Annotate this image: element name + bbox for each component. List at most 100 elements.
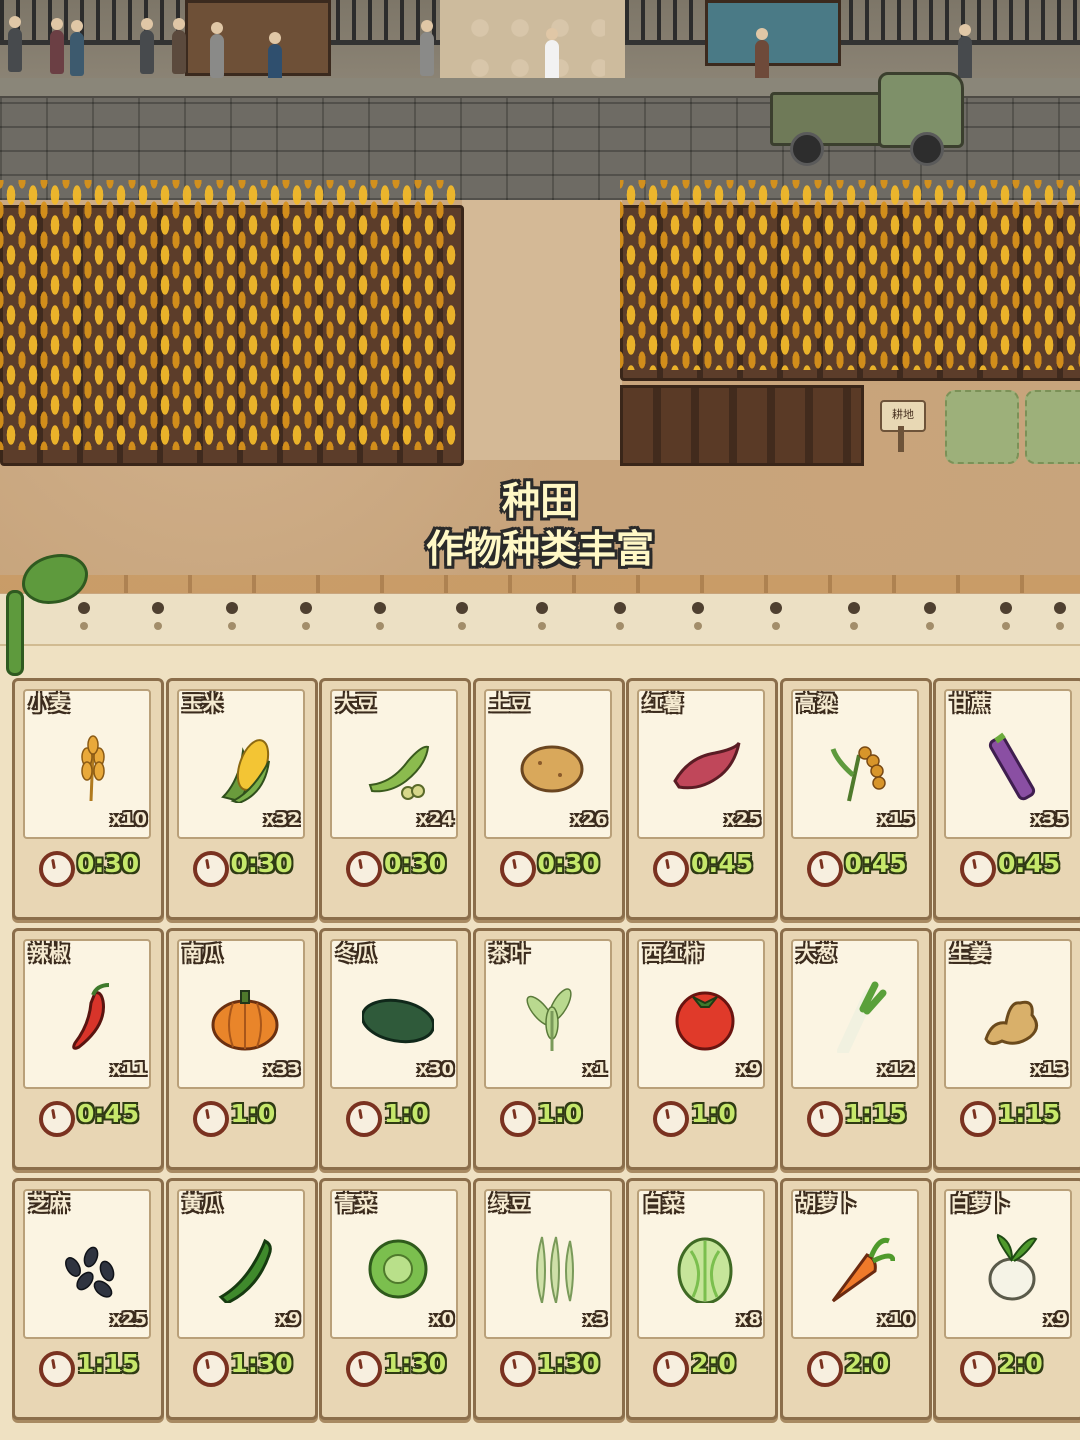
- crop-card[interactable]: 高粱 x15 0:45: [779, 678, 932, 920]
- grow-time: 1:30: [384, 1349, 447, 1378]
- crop-card[interactable]: 黄瓜 x9 1:30: [165, 1178, 318, 1420]
- scallion-icon: [836, 981, 886, 1053]
- iron-fence-right: [625, 0, 1080, 45]
- villager: [140, 18, 154, 74]
- pumpkin-icon: [211, 990, 278, 1051]
- crop-count: x12: [877, 1059, 915, 1080]
- crop-name: 南瓜: [182, 941, 223, 965]
- clock-icon: [346, 1351, 382, 1387]
- grass-plot[interactable]: [1025, 390, 1080, 464]
- crop-count: x1: [583, 1059, 608, 1080]
- sesame-icon: [65, 1246, 115, 1298]
- crop-count: x13: [1031, 1059, 1068, 1080]
- crop-name: 玉米: [182, 691, 223, 715]
- crop-card[interactable]: 白萝卜 x9 2:0: [933, 1178, 1080, 1420]
- radish-icon: [988, 1233, 1038, 1301]
- grow-time: 1:0: [384, 1099, 429, 1128]
- crop-name: 茶叶: [489, 941, 530, 965]
- binding-hole: [536, 602, 548, 614]
- bok-choy-icon: [368, 1239, 428, 1299]
- potato-icon: [520, 745, 583, 793]
- binding-hole: [456, 602, 468, 614]
- clock-icon: [806, 1101, 843, 1137]
- crop-name: 白萝卜: [950, 1191, 1010, 1215]
- crop-card[interactable]: 大豆 x24 0:30: [319, 678, 471, 920]
- crop-card[interactable]: 白菜 x8 2:0: [626, 1178, 778, 1420]
- grow-time: 0:45: [998, 849, 1061, 878]
- crop-card[interactable]: 冬瓜 x30 1:0: [319, 928, 471, 1170]
- crop-card[interactable]: 土豆 x26 0:30: [472, 678, 625, 920]
- crop-name: 土豆: [489, 691, 530, 715]
- wooden-fence: [0, 575, 1080, 593]
- grow-time: 1:30: [537, 1349, 600, 1378]
- clock-icon: [960, 1101, 996, 1137]
- crop-name: 辣椒: [29, 941, 69, 965]
- crop-card[interactable]: 生姜 x13 1:15: [933, 928, 1080, 1170]
- chili-icon: [72, 983, 110, 1050]
- truck-wheel: [910, 132, 944, 166]
- crop-name: 生姜: [950, 941, 990, 965]
- sign-post: [898, 426, 904, 452]
- grow-time: 0:45: [844, 849, 907, 878]
- clock-icon: [39, 1101, 75, 1137]
- crop-count: x32: [263, 809, 301, 830]
- crop-name: 冬瓜: [336, 941, 376, 965]
- clock-icon: [806, 1351, 843, 1387]
- caption-title: 种田: [501, 479, 578, 523]
- crop-card[interactable]: 小麦 x10 0:30: [12, 678, 164, 920]
- crop-card[interactable]: 甘蔗 x35 0:45: [933, 678, 1080, 920]
- crop-card[interactable]: 青菜 x0 1:30: [319, 1178, 471, 1420]
- empty-plot[interactable]: [620, 385, 864, 466]
- crop-name: 绿豆: [489, 1191, 530, 1215]
- clock-icon: [653, 1101, 689, 1137]
- crop-count: x33: [263, 1059, 301, 1080]
- vine-decoration: [0, 550, 90, 676]
- farm-scene: 耕地 种田 作物种类丰富: [0, 0, 1080, 600]
- grass-plot[interactable]: [945, 390, 1019, 464]
- grow-time: 2:0: [998, 1349, 1043, 1378]
- villager: [420, 20, 434, 76]
- cargo-truck[interactable]: [770, 60, 964, 166]
- clock-icon: [653, 851, 689, 887]
- crop-card[interactable]: 茶叶 x1 1:0: [472, 928, 625, 1170]
- crop-count: x25: [724, 809, 761, 830]
- crop-card[interactable]: 辣椒 x11 0:45: [12, 928, 164, 1170]
- crop-card[interactable]: 玉米 x32 0:30: [165, 678, 318, 920]
- crop-name: 甘蔗: [950, 691, 990, 715]
- sweet-potato-icon: [673, 742, 741, 790]
- grow-time: 2:0: [844, 1349, 890, 1378]
- crop-name: 小麦: [29, 691, 69, 715]
- clock-icon: [960, 1351, 996, 1387]
- crop-name: 黄瓜: [182, 1191, 223, 1215]
- crop-card[interactable]: 红薯 x25 0:45: [626, 678, 778, 920]
- truck-wheel: [790, 132, 824, 166]
- crop-name: 大葱: [796, 941, 837, 965]
- crop-card[interactable]: 绿豆 x3 1:30: [472, 1178, 625, 1420]
- crop-card[interactable]: 芝麻 x25 1:15: [12, 1178, 164, 1420]
- mung-bean-icon: [535, 1236, 574, 1303]
- clock-icon: [39, 851, 75, 887]
- dirt-path: [462, 200, 622, 460]
- binding-hole: [226, 602, 238, 614]
- grow-time: 1:15: [844, 1099, 907, 1128]
- clock-icon: [653, 1351, 689, 1387]
- villager: [958, 24, 972, 80]
- crop-name: 芝麻: [29, 1191, 69, 1215]
- crop-count: x10: [110, 809, 147, 830]
- crop-count: x9: [276, 1309, 301, 1330]
- grow-time: 0:45: [691, 849, 754, 878]
- ginger-icon: [984, 1000, 1038, 1046]
- crop-card[interactable]: 西红柿 x9 1:0: [626, 928, 778, 1170]
- crop-count: x3: [583, 1309, 608, 1330]
- crop-name: 西红柿: [643, 941, 703, 965]
- crop-name: 胡萝卜: [796, 1191, 857, 1215]
- grow-time: 2:0: [691, 1349, 736, 1378]
- crop-card[interactable]: 胡萝卜 x10 2:0: [779, 1178, 932, 1420]
- clock-icon: [192, 1101, 229, 1137]
- crop-count: x24: [417, 809, 454, 830]
- crop-count: x9: [736, 1059, 761, 1080]
- crop-card[interactable]: 南瓜 x33 1:0: [165, 928, 318, 1170]
- crop-card[interactable]: 大葱 x12 1:15: [779, 928, 932, 1170]
- corn-icon: [220, 739, 270, 803]
- villager: [70, 20, 84, 76]
